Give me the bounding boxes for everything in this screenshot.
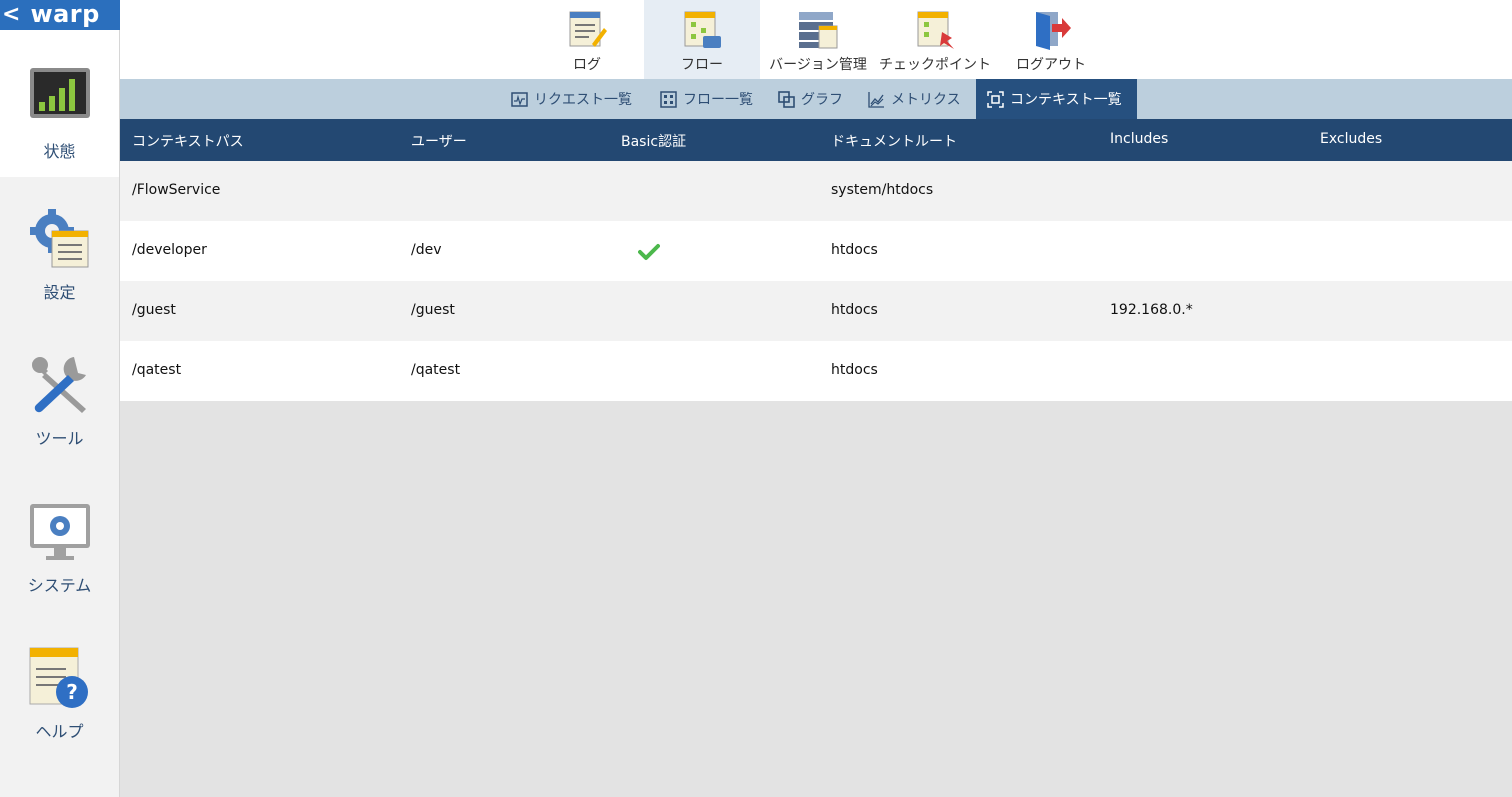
- sidebar-item-label: ヘルプ: [35, 722, 84, 741]
- cell-context-path: /guest: [132, 302, 176, 318]
- cell-includes: 192.168.0.*: [1110, 302, 1193, 318]
- cell-user: /qatest: [411, 362, 461, 378]
- checkmark-icon: [638, 244, 660, 260]
- column-header-excludes[interactable]: Excludes: [1320, 131, 1382, 147]
- sidebar-item-label: 状態: [43, 142, 76, 161]
- tab-context-list[interactable]: コンテキスト一覧: [976, 79, 1137, 119]
- flow-document-icon: [684, 11, 721, 48]
- top-nav-label: ログ: [573, 57, 601, 73]
- table-header: コンテキストパス ユーザー Basic認証 ドキュメントルート Includes…: [120, 119, 1512, 161]
- table-row[interactable]: /FlowService system/htdocs: [120, 161, 1512, 221]
- tab-label: メトリクス: [891, 92, 961, 108]
- metrics-icon: [868, 91, 884, 108]
- cell-document-root: htdocs: [831, 242, 878, 258]
- top-nav-label: フロー: [681, 57, 723, 73]
- svg-text:?: ?: [66, 680, 78, 704]
- help-document-icon: ?: [29, 647, 88, 708]
- top-nav-checkpoint[interactable]: チェックポイント: [876, 0, 994, 79]
- logo-text: warp: [30, 0, 100, 28]
- sidebar: < warp 状態 設定 ツール システム ? ヘルプ: [0, 0, 120, 797]
- cell-document-root: htdocs: [831, 362, 878, 378]
- tab-graph[interactable]: グラフ: [778, 79, 843, 119]
- top-nav-log[interactable]: ログ: [530, 0, 644, 79]
- cell-context-path: /FlowService: [132, 182, 221, 198]
- column-header-basic-auth[interactable]: Basic認証: [621, 131, 686, 151]
- cell-user: /dev: [411, 242, 442, 258]
- context-list-icon: [987, 90, 1004, 108]
- sidebar-item-system[interactable]: システム: [0, 500, 119, 620]
- back-chevron-icon[interactable]: <: [2, 4, 20, 26]
- cell-user: /guest: [411, 302, 455, 318]
- top-nav-logout[interactable]: ログアウト: [994, 0, 1108, 79]
- bar-chart-icon: [29, 68, 90, 118]
- sidebar-item-label: ツール: [35, 429, 84, 448]
- top-navigation: ログ フロー バージョン管理 チェックポイント ログアウト: [120, 0, 1512, 79]
- cell-document-root: system/htdocs: [831, 182, 934, 198]
- column-header-document-root[interactable]: ドキュメントルート: [831, 131, 957, 151]
- tab-label: リクエスト一覧: [534, 92, 632, 108]
- column-header-includes[interactable]: Includes: [1110, 131, 1168, 147]
- tab-request-list[interactable]: リクエスト一覧: [511, 79, 632, 119]
- tab-flow-list[interactable]: フロー一覧: [660, 79, 753, 119]
- request-list-icon: [511, 91, 528, 107]
- notepad-pencil-icon: [569, 11, 607, 47]
- sidebar-item-label: システム: [27, 576, 92, 595]
- top-nav-label: バージョン管理: [769, 57, 867, 73]
- cell-context-path: /developer: [132, 242, 207, 258]
- top-nav-label: チェックポイント: [879, 57, 991, 73]
- tools-icon: [31, 357, 86, 413]
- sidebar-item-tools[interactable]: ツール: [0, 353, 119, 473]
- sub-tab-bar: リクエスト一覧 フロー一覧 グラフ メトリクス コンテキスト一覧: [120, 79, 1512, 119]
- monitor-gear-icon: [29, 504, 90, 560]
- column-header-context-path[interactable]: コンテキストパス: [132, 131, 244, 151]
- column-header-user[interactable]: ユーザー: [411, 131, 467, 151]
- tab-label: グラフ: [801, 92, 843, 108]
- sidebar-item-settings[interactable]: 設定: [0, 207, 119, 327]
- cell-context-path: /qatest: [132, 362, 182, 378]
- top-nav-flow[interactable]: フロー: [644, 0, 760, 79]
- graph-icon: [778, 90, 795, 108]
- flow-list-icon: [660, 90, 677, 108]
- sidebar-item-status[interactable]: 状態: [0, 30, 119, 177]
- context-table: コンテキストパス ユーザー Basic認証 ドキュメントルート Includes…: [120, 119, 1512, 401]
- table-row[interactable]: /developer /dev htdocs: [120, 221, 1512, 281]
- gear-settings-icon: [29, 209, 88, 268]
- sidebar-item-help[interactable]: ? ヘルプ: [0, 646, 119, 766]
- server-stack-icon: [799, 12, 838, 49]
- logout-door-icon: [1036, 12, 1071, 50]
- table-row[interactable]: /qatest /qatest htdocs: [120, 341, 1512, 401]
- checkpoint-pin-icon: [917, 11, 954, 49]
- app-logo[interactable]: < warp: [0, 0, 120, 30]
- tab-metrics[interactable]: メトリクス: [868, 79, 961, 119]
- sidebar-item-label: 設定: [43, 283, 76, 302]
- cell-document-root: htdocs: [831, 302, 878, 318]
- top-nav-version-control[interactable]: バージョン管理: [760, 0, 876, 79]
- tab-label: コンテキスト一覧: [1010, 92, 1122, 108]
- table-row[interactable]: /guest /guest htdocs 192.168.0.*: [120, 281, 1512, 341]
- tab-label: フロー一覧: [683, 92, 753, 108]
- top-nav-label: ログアウト: [1016, 57, 1086, 73]
